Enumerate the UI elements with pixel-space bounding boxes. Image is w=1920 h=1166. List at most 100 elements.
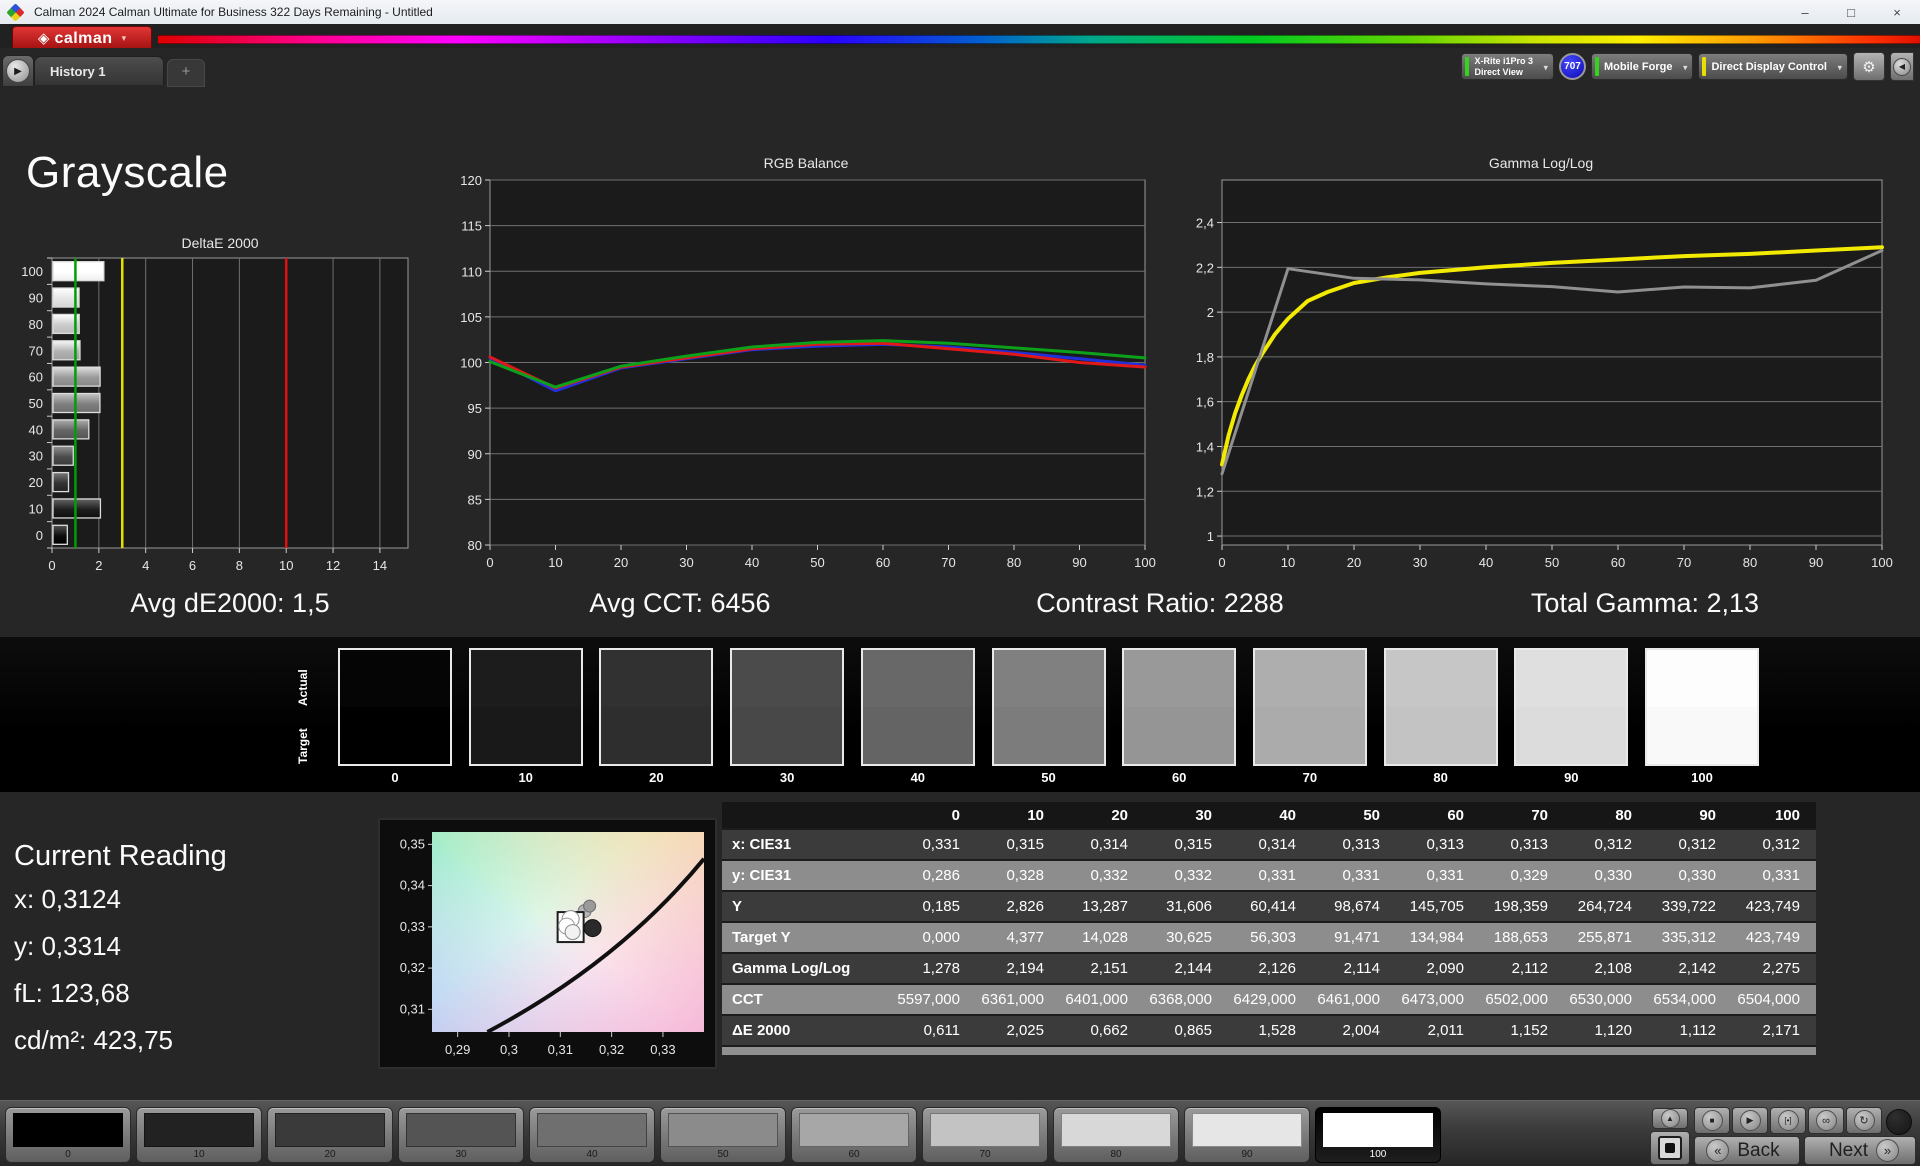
gamma-chart-title: Gamma Log/Log — [1488, 155, 1594, 171]
svg-text:1,2: 1,2 — [1196, 484, 1214, 499]
swatch-level-label: 20 — [649, 770, 664, 785]
patch-label: 50 — [717, 1149, 729, 1160]
grayscale-swatch-90 — [1514, 648, 1629, 766]
grayscale-swatch-0 — [338, 648, 452, 766]
svg-text:90: 90 — [468, 447, 482, 462]
tab-history-1[interactable]: History 1 — [34, 56, 164, 85]
expand-toolbar-button[interactable]: ▲ — [1652, 1108, 1688, 1129]
svg-text:0,3: 0,3 — [500, 1042, 518, 1057]
table-cell: 2,004 — [1342, 1022, 1380, 1039]
table-cell: 0,312 — [1678, 836, 1716, 853]
continuous-read-button[interactable]: ∞ — [1808, 1107, 1844, 1134]
collapse-panel-button[interactable]: ◀ — [1890, 52, 1914, 81]
chevron-down-icon: ▾ — [1682, 62, 1688, 73]
minimize-button[interactable]: – — [1782, 0, 1828, 24]
refresh-button[interactable]: ↻ — [1846, 1107, 1882, 1134]
rgb-balance-chart: 120 115 110 105 100 95 90 85 80 0 10 20 30 40 50 60 70 80… — [460, 173, 1156, 570]
patch-button-60[interactable]: 60 — [791, 1107, 917, 1163]
table-cell: 1,112 — [1679, 1022, 1716, 1039]
table-cell: 188,653 — [1493, 929, 1548, 946]
svg-text:2: 2 — [1207, 305, 1214, 320]
svg-text:0: 0 — [36, 528, 43, 543]
target-half — [470, 707, 581, 764]
patch-button-20[interactable]: 20 — [267, 1107, 393, 1163]
table-cell: 1,120 — [1594, 1022, 1632, 1039]
patch-button-30[interactable]: 30 — [398, 1107, 524, 1163]
meter-cluster: X-Rite i1Pro 3 Direct View ▾ 707 Mobile … — [1461, 52, 1914, 81]
meter-status-indicator — [1465, 57, 1470, 76]
grayscale-swatch-40 — [860, 648, 975, 766]
actual-half — [862, 650, 973, 707]
svg-text:0,32: 0,32 — [599, 1042, 624, 1057]
calman-logo-icon: ◈ — [37, 30, 50, 47]
chevron-down-icon: ▾ — [1837, 62, 1842, 73]
row-label: Y — [732, 898, 743, 915]
target-half — [1385, 707, 1496, 764]
actual-half — [340, 650, 450, 707]
play-button[interactable]: ▶ — [1732, 1107, 1768, 1134]
pattern-step-button[interactable]: [•] — [1770, 1107, 1806, 1134]
patch-swatch — [406, 1113, 516, 1147]
meter-device-select[interactable]: X-Rite i1Pro 3 Direct View ▾ — [1461, 53, 1555, 80]
svg-text:110: 110 — [461, 264, 482, 279]
chevron-down-icon: ▾ — [1543, 62, 1549, 73]
infinity-icon: ∞ — [1815, 1110, 1837, 1131]
close-button[interactable]: × — [1874, 0, 1920, 24]
patch-button-0[interactable]: 0 — [5, 1107, 131, 1163]
meter-badge[interactable]: 707 — [1559, 53, 1587, 80]
patch-button-70[interactable]: 70 — [922, 1107, 1048, 1163]
table-cell: 56,303 — [1250, 929, 1296, 946]
patch-button-10[interactable]: 10 — [136, 1107, 262, 1163]
add-tab-button[interactable]: + — [167, 59, 205, 87]
actual-half — [1647, 650, 1757, 707]
patch-button-40[interactable]: 40 — [529, 1107, 655, 1163]
svg-text:40: 40 — [745, 555, 759, 570]
table-cell: 423,749 — [1745, 898, 1800, 915]
patch-button-90[interactable]: 90 — [1184, 1107, 1310, 1163]
back-button[interactable]: « Back — [1694, 1136, 1800, 1165]
meter-device-mode: Direct View — [1474, 66, 1523, 77]
svg-text:100: 100 — [460, 356, 482, 371]
svg-text:2,4: 2,4 — [1196, 216, 1214, 231]
patch-swatch — [13, 1113, 123, 1147]
patch-button-50[interactable]: 50 — [660, 1107, 786, 1163]
svg-text:105: 105 — [460, 310, 482, 325]
table-cell: 335,312 — [1661, 929, 1716, 946]
svg-text:70: 70 — [29, 343, 43, 358]
patch-button-80[interactable]: 80 — [1053, 1107, 1179, 1163]
svg-text:90: 90 — [1072, 555, 1086, 570]
maximize-button[interactable]: □ — [1828, 0, 1874, 24]
column-header: 20 — [1111, 806, 1128, 824]
total-gamma-stat: Total Gamma: 2,13 — [1530, 588, 1760, 618]
svg-text:95: 95 — [468, 401, 482, 416]
table-cell: 0,314 — [1090, 836, 1128, 853]
row-label: Gamma Log/Log — [732, 960, 851, 977]
patch-window-icon — [1658, 1136, 1682, 1160]
table-row: CCT 5597,000 6361,000 6401,000 6368,000 6429,… — [722, 985, 1816, 1014]
settings-button[interactable]: ⚙ — [1853, 52, 1885, 81]
table-cell: 0,315 — [1006, 836, 1044, 853]
pattern-source-select[interactable]: Mobile Forge ▾ — [1591, 53, 1694, 80]
svg-text:0: 0 — [48, 558, 55, 573]
back-chevron-icon: « — [1706, 1139, 1730, 1162]
actual-half — [1124, 650, 1235, 707]
display-control-select[interactable]: Direct Display Control ▾ — [1698, 53, 1848, 80]
patch-window-button[interactable] — [1650, 1131, 1690, 1165]
table-cell: 0,330 — [1594, 867, 1632, 884]
actual-half — [1516, 650, 1627, 707]
display-status-indicator — [1702, 57, 1707, 76]
svg-text:90: 90 — [29, 291, 43, 306]
next-button[interactable]: Next » — [1804, 1136, 1916, 1165]
svg-text:10: 10 — [548, 555, 562, 570]
workflow-expand-button[interactable]: ▶ — [2, 55, 34, 87]
svg-text:0: 0 — [1218, 555, 1225, 570]
patch-button-100[interactable]: 100 — [1315, 1107, 1441, 1163]
stop-button[interactable]: ■ — [1694, 1107, 1730, 1134]
table-cell: 2,171 — [1762, 1022, 1800, 1039]
grayscale-swatch-60 — [1122, 648, 1237, 766]
source-status-indicator — [1595, 57, 1600, 76]
svg-text:1: 1 — [1207, 529, 1214, 544]
svg-text:115: 115 — [461, 219, 482, 234]
target-half — [1124, 707, 1235, 764]
row-label: Target Y — [732, 929, 791, 946]
